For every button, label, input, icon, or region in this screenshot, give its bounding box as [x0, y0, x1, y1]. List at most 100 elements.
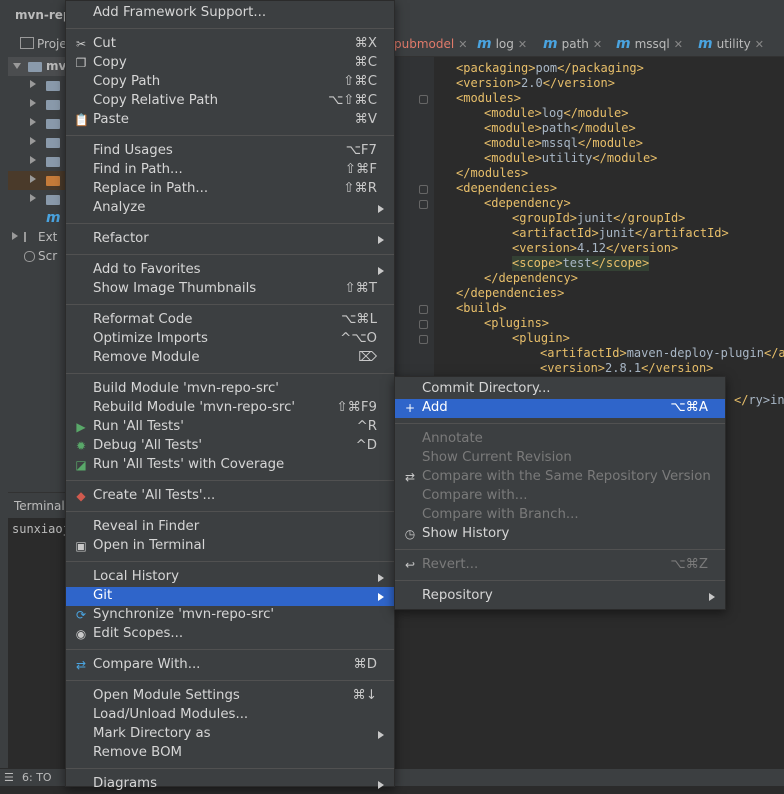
menu-item-synchronize-mvn-repo-src[interactable]: ⟳ Synchronize 'mvn-repo-src'	[66, 606, 394, 625]
menu-item-load-unload-modules[interactable]: Load/Unload Modules...	[66, 706, 394, 725]
menu-item-run-all-tests-with-coverage[interactable]: ◪ Run 'All Tests' with Coverage	[66, 456, 394, 475]
menu-item-cut[interactable]: ✂ Cut ⌘X	[66, 35, 394, 54]
xml-open-tag: <groupId>	[512, 211, 578, 225]
code-line[interactable]: <plugins>	[484, 316, 549, 331]
fold-marker-icon[interactable]	[419, 320, 428, 329]
menu-item-run-all-tests[interactable]: ▶ Run 'All Tests' ^R	[66, 418, 394, 437]
menu-item-rebuild-module-mvn-repo-src[interactable]: Rebuild Module 'mvn-repo-src' ⇧⌘F9	[66, 399, 394, 418]
tab-utility[interactable]: m utility ✕	[698, 32, 764, 56]
tree-folder[interactable]	[8, 152, 65, 171]
menu-item-analyze[interactable]: Analyze	[66, 199, 394, 218]
menu-item-open-in-terminal[interactable]: ▣ Open in Terminal	[66, 537, 394, 556]
tree-folder-target[interactable]	[8, 171, 65, 190]
menu-item-add-to-favorites[interactable]: Add to Favorites	[66, 261, 394, 280]
code-line[interactable]: <module>mssql</module>	[484, 136, 643, 151]
menu-separator	[66, 680, 394, 681]
tree-external-libraries[interactable]: Ext	[8, 228, 65, 247]
menu-item-compare-with[interactable]: ⇄ Compare With... ⌘D	[66, 656, 394, 675]
xml-open-tag: <packaging>	[456, 61, 536, 75]
submenu-arrow-icon	[378, 781, 384, 789]
tab-pubmodel[interactable]: pubmodel ✕	[394, 32, 467, 56]
code-line[interactable]: <artifactId>junit</artifactId>	[512, 226, 729, 241]
menu-item-label: Add to Favorites	[93, 262, 201, 277]
code-line[interactable]: <module>utility</module>	[484, 151, 657, 166]
code-line[interactable]: </dependency>	[484, 271, 578, 286]
menu-item-show-image-thumbnails[interactable]: Show Image Thumbnails ⇧⌘T	[66, 280, 394, 299]
menu-item-create-all-tests[interactable]: ◆ Create 'All Tests'...	[66, 487, 394, 506]
code-line[interactable]: <groupId>junit</groupId>	[512, 211, 685, 226]
menu-item-open-module-settings[interactable]: Open Module Settings ⌘↓	[66, 687, 394, 706]
code-line[interactable]: <build>	[456, 301, 507, 316]
code-line[interactable]: </modules>	[456, 166, 528, 181]
menu-item-copy[interactable]: ❐ Copy ⌘C	[66, 54, 394, 73]
menu-item-add-framework-support[interactable]: Add Framework Support...	[66, 4, 394, 23]
menu-item-refactor[interactable]: Refactor	[66, 230, 394, 249]
code-line[interactable]: <dependencies>	[456, 181, 557, 196]
menu-item-build-module-mvn-repo-src[interactable]: Build Module 'mvn-repo-src'	[66, 380, 394, 399]
code-line[interactable]: <version>4.12</version>	[512, 241, 678, 256]
menu-item-replace-in-path[interactable]: Replace in Path... ⇧⌘R	[66, 180, 394, 199]
code-line[interactable]: <scope>test</scope>	[512, 256, 650, 271]
code-line[interactable]: <version>2.8.1</version>	[540, 361, 713, 376]
folder-icon	[46, 119, 60, 129]
close-icon[interactable]: ✕	[518, 38, 527, 51]
fold-marker-icon[interactable]	[419, 95, 428, 104]
menu-item-reveal-in-finder[interactable]: Reveal in Finder	[66, 518, 394, 537]
fold-marker-icon[interactable]	[419, 305, 428, 314]
tab-path[interactable]: m path ✕	[543, 32, 602, 56]
menu-item-reformat-code[interactable]: Reformat Code ⌥⌘L	[66, 311, 394, 330]
menu-item-remove-module[interactable]: Remove Module ⌦	[66, 349, 394, 368]
maven-icon: m	[698, 36, 713, 52]
code-line[interactable]: <plugin>	[512, 331, 570, 346]
menu-item-find-usages[interactable]: Find Usages ⌥F7	[66, 142, 394, 161]
close-icon[interactable]: ✕	[593, 38, 602, 51]
tab-mssql[interactable]: m mssql ✕	[616, 32, 683, 56]
todo-tool-button[interactable]: 6: TO	[22, 771, 52, 784]
menu-item-optimize-imports[interactable]: Optimize Imports ^⌥O	[66, 330, 394, 349]
menu-item-add[interactable]: + Add ⌥⌘A	[395, 399, 725, 418]
tree-folder[interactable]	[8, 95, 65, 114]
tree-file-pom[interactable]: m	[8, 209, 65, 228]
code-line[interactable]: <dependency>	[484, 196, 571, 211]
code-line[interactable]: <version>2.0</version>	[456, 76, 615, 91]
project-panel-header[interactable]: Proje	[8, 35, 67, 54]
menu-item-show-history[interactable]: ◷ Show History	[395, 525, 725, 544]
menu-item-copy-path[interactable]: Copy Path ⇧⌘C	[66, 73, 394, 92]
close-icon[interactable]: ✕	[674, 38, 683, 51]
terminal-header[interactable]: Terminal	[8, 492, 65, 519]
tree-folder[interactable]	[8, 190, 65, 209]
code-line[interactable]: <module>log</module>	[484, 106, 629, 121]
xml-open-tag: <version>	[456, 76, 522, 90]
menu-item-label: Show Current Revision	[422, 450, 572, 465]
code-line[interactable]: <artifactId>maven-deploy-plugin</ar	[540, 346, 784, 361]
tree-scratches[interactable]: Scr	[8, 247, 65, 266]
close-icon[interactable]: ✕	[755, 38, 764, 51]
menu-item-git[interactable]: Git	[66, 587, 394, 606]
menu-item-find-in-path[interactable]: Find in Path... ⇧⌘F	[66, 161, 394, 180]
terminal-body[interactable]: sunxiaoj	[8, 518, 70, 772]
code-line[interactable]: </dependencies>	[456, 286, 564, 301]
menu-item-repository[interactable]: Repository	[395, 587, 725, 606]
code-line[interactable]: <packaging>pom</packaging>	[456, 61, 644, 76]
tab-log[interactable]: m log ✕	[477, 32, 527, 56]
xml-open-tag: <module>	[484, 151, 542, 165]
menu-item-label: Build Module 'mvn-repo-src'	[93, 381, 279, 396]
tree-folder[interactable]	[8, 114, 65, 133]
fold-marker-icon[interactable]	[419, 185, 428, 194]
tree-root[interactable]: mv	[8, 57, 66, 76]
menu-item-copy-relative-path[interactable]: Copy Relative Path ⌥⇧⌘C	[66, 92, 394, 111]
fold-marker-icon[interactable]	[419, 200, 428, 209]
menu-item-remove-bom[interactable]: Remove BOM	[66, 744, 394, 763]
menu-item-mark-directory-as[interactable]: Mark Directory as	[66, 725, 394, 744]
tree-folder[interactable]	[8, 76, 65, 95]
fold-marker-icon[interactable]	[419, 335, 428, 344]
menu-item-edit-scopes[interactable]: ◉ Edit Scopes...	[66, 625, 394, 644]
tree-folder[interactable]	[8, 133, 65, 152]
close-icon[interactable]: ✕	[458, 38, 467, 51]
menu-item-debug-all-tests[interactable]: ✹ Debug 'All Tests' ^D	[66, 437, 394, 456]
menu-item-local-history[interactable]: Local History	[66, 568, 394, 587]
code-line[interactable]: <module>path</module>	[484, 121, 636, 136]
code-line[interactable]: <modules>	[456, 91, 521, 106]
menu-item-commit-directory[interactable]: Commit Directory...	[395, 380, 725, 399]
menu-item-paste[interactable]: 📋 Paste ⌘V	[66, 111, 394, 130]
